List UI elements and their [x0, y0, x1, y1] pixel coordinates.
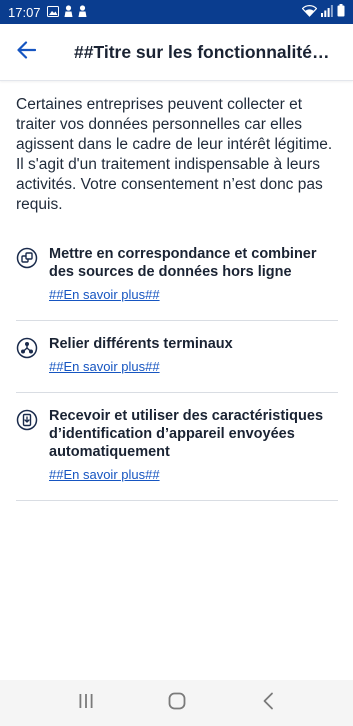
- back-button[interactable]: [0, 24, 52, 81]
- page-title: ##Titre sur les fonctionnalités spéciale…: [74, 41, 353, 62]
- app-bar: ##Titre sur les fonctionnalités spéciale…: [0, 24, 353, 81]
- signal-icon: [321, 4, 333, 20]
- battery-icon: [337, 4, 345, 20]
- image-icon: [46, 5, 59, 20]
- device-identification-icon: [16, 409, 38, 484]
- purpose-item-link-devices: Relier différents terminaux ##En savoir …: [16, 321, 338, 393]
- purpose-list: Mettre en correspondance et combiner des…: [16, 245, 338, 501]
- person-icon: [78, 4, 87, 20]
- home-button[interactable]: [157, 683, 197, 723]
- home-icon: [168, 692, 186, 715]
- purpose-title: Mettre en correspondance et combiner des…: [49, 246, 317, 280]
- purpose-item-device-identification: Recevoir et utiliser des caractéristique…: [16, 393, 338, 501]
- learn-more-link[interactable]: ##En savoir plus##: [49, 467, 160, 482]
- status-indicators: [301, 4, 345, 20]
- purpose-item-match-combine: Mettre en correspondance et combiner des…: [16, 245, 338, 321]
- learn-more-link[interactable]: ##En savoir plus##: [49, 359, 160, 374]
- learn-more-link[interactable]: ##En savoir plus##: [49, 287, 160, 302]
- recent-apps-icon: [78, 693, 94, 714]
- status-bar: 17:07: [0, 0, 353, 24]
- link-devices-icon: [16, 337, 38, 376]
- system-back-button[interactable]: [248, 683, 288, 723]
- content-area: Certaines entreprises peuvent collecter …: [16, 95, 338, 501]
- person-icon: [64, 4, 73, 20]
- system-nav-bar: [0, 680, 353, 726]
- back-arrow-icon: [16, 40, 37, 64]
- wifi-icon: [301, 4, 318, 20]
- recent-apps-button[interactable]: [66, 683, 106, 723]
- match-combine-icon: [16, 247, 38, 304]
- status-time: 17:07: [8, 4, 41, 20]
- purpose-title: Recevoir et utiliser des caractéristique…: [49, 408, 324, 460]
- intro-text: Certaines entreprises peuvent collecter …: [16, 96, 333, 213]
- back-icon: [262, 692, 274, 715]
- purpose-title: Relier différents terminaux: [49, 336, 233, 352]
